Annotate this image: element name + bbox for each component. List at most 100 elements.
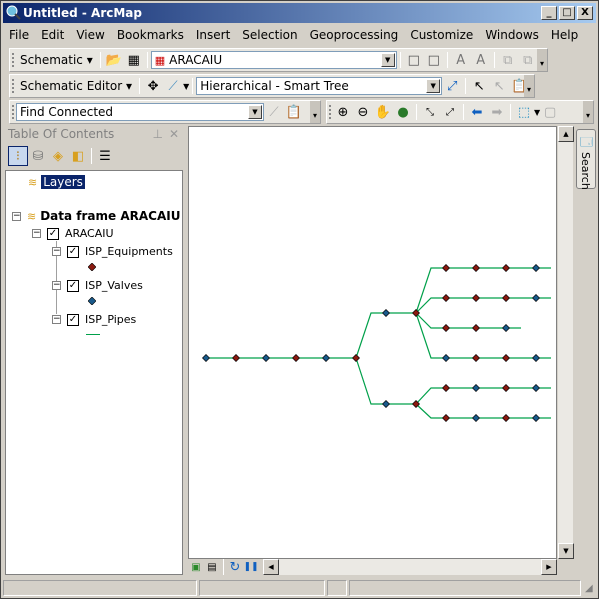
equipment-node[interactable] xyxy=(472,264,480,272)
dropdown-arrow-icon[interactable]: ▼ xyxy=(183,82,189,91)
valve-node[interactable] xyxy=(532,354,540,362)
collapse-icon[interactable]: − xyxy=(52,247,61,256)
scroll-left-icon[interactable]: ◀ xyxy=(263,559,279,575)
menu-selection[interactable]: Selection xyxy=(236,25,303,45)
back-extent-icon[interactable]: ⬅ xyxy=(467,102,487,122)
menu-insert[interactable]: Insert xyxy=(190,25,236,45)
data-frame-node[interactable]: − ≋ Data frame ARACAIU xyxy=(12,209,180,223)
collapse-icon[interactable]: − xyxy=(52,281,61,290)
close-button[interactable]: X xyxy=(577,6,593,20)
valve-node[interactable] xyxy=(442,354,450,362)
dropdown-arrow-icon[interactable]: ▼ xyxy=(380,53,395,67)
layers-node[interactable]: ≋ Layers xyxy=(28,175,85,189)
list-by-selection-icon[interactable]: ◧ xyxy=(68,146,88,166)
collapse-icon[interactable]: − xyxy=(52,315,61,324)
layout-algorithm-select[interactable]: Hierarchical - Smart Tree ▼ xyxy=(196,77,443,95)
diagram-select[interactable]: ▦ ARACAIU ▼ xyxy=(150,51,397,69)
minimize-button[interactable]: _ xyxy=(541,6,557,20)
full-extent-globe-icon[interactable]: ● xyxy=(393,102,413,122)
reduce-size-icon[interactable]: □ xyxy=(404,50,424,70)
pipe-link[interactable] xyxy=(415,387,551,405)
valve-node[interactable] xyxy=(532,264,540,272)
edit-vertex-icon[interactable]: ⟋ xyxy=(163,76,183,96)
valve-node[interactable] xyxy=(472,384,480,392)
equipment-node[interactable] xyxy=(442,294,450,302)
equipment-node[interactable] xyxy=(472,294,480,302)
scroll-right-icon[interactable]: ▶ xyxy=(541,559,557,575)
schematic-menu-button[interactable]: Schematic ▾ xyxy=(16,53,97,67)
menu-windows[interactable]: Windows xyxy=(479,25,545,45)
valve-node[interactable] xyxy=(382,400,390,408)
toolbar-grip[interactable] xyxy=(12,79,14,93)
equipment-node[interactable] xyxy=(232,354,240,362)
list-by-visibility-icon[interactable]: ◈ xyxy=(48,146,68,166)
visibility-checkbox[interactable]: ✓ xyxy=(47,227,59,240)
maximize-button[interactable]: □ xyxy=(559,6,575,20)
pause-drawing-icon[interactable]: ❚❚ xyxy=(243,557,259,577)
valve-node[interactable] xyxy=(322,354,330,362)
menu-customize[interactable]: Customize xyxy=(404,25,479,45)
layer-node[interactable]: − ✓ ISP_Valves xyxy=(52,279,143,292)
layout-view-icon[interactable]: ▤ xyxy=(204,557,220,577)
pin-icon[interactable]: ⊥ xyxy=(153,126,163,143)
equipment-node[interactable] xyxy=(502,354,510,362)
equipment-node[interactable] xyxy=(502,414,510,422)
open-folder-icon[interactable]: 📂 xyxy=(104,50,124,70)
valve-node[interactable] xyxy=(532,414,540,422)
layer-node[interactable]: − ✓ ISP_Equipments xyxy=(52,245,173,258)
toolbar-grip[interactable] xyxy=(12,53,14,67)
scroll-up-icon[interactable]: ▲ xyxy=(558,126,574,142)
analysis-options-icon[interactable]: 📋 xyxy=(284,102,304,122)
schematic-diagram[interactable] xyxy=(189,127,556,558)
data-view-icon[interactable]: ▣ xyxy=(188,557,204,577)
equipment-node[interactable] xyxy=(502,384,510,392)
search-side-tab[interactable]: 🗔 Search xyxy=(576,129,596,190)
menu-help[interactable]: Help xyxy=(545,25,584,45)
vertical-scrollbar[interactable]: ▲ ▼ xyxy=(557,126,574,559)
pipe-link[interactable] xyxy=(415,312,551,359)
resize-grip-icon[interactable]: ◢ xyxy=(585,583,593,594)
toolbar-options-icon[interactable]: ▾ xyxy=(583,101,593,123)
options-icon[interactable]: ☰ xyxy=(95,146,115,166)
pipe-link[interactable] xyxy=(355,357,416,405)
pipe-link[interactable] xyxy=(415,267,551,314)
menu-geoprocessing[interactable]: Geoprocessing xyxy=(304,25,405,45)
list-by-source-icon[interactable]: ⛁ xyxy=(28,146,48,166)
trace-task-select[interactable]: Find Connected ▼ xyxy=(16,103,264,121)
group-layer-node[interactable]: − ✓ ARACAIU xyxy=(32,227,114,240)
equipment-node[interactable] xyxy=(352,354,360,362)
refresh-icon[interactable]: ↻ xyxy=(227,557,243,577)
diagram-view[interactable] xyxy=(188,126,557,559)
menu-view[interactable]: View xyxy=(70,25,110,45)
schematic-editor-menu-button[interactable]: Schematic Editor ▾ xyxy=(16,79,136,93)
valve-node[interactable] xyxy=(382,309,390,317)
horizontal-scrollbar[interactable] xyxy=(279,559,541,575)
equipment-node[interactable] xyxy=(292,354,300,362)
fixed-zoom-out-icon[interactable]: ⤢ xyxy=(440,102,460,122)
menu-edit[interactable]: Edit xyxy=(35,25,70,45)
menu-file[interactable]: File xyxy=(3,25,35,45)
equipment-node[interactable] xyxy=(442,414,450,422)
visibility-checkbox[interactable]: ✓ xyxy=(67,279,79,292)
toolbar-options-icon[interactable]: ▾ xyxy=(310,101,320,123)
new-diagram-icon[interactable]: ▦ xyxy=(124,50,144,70)
fixed-zoom-in-icon[interactable]: ⤡ xyxy=(420,102,440,122)
toolbar-grip[interactable] xyxy=(329,105,331,119)
pipe-link[interactable] xyxy=(415,403,551,419)
visibility-checkbox[interactable]: ✓ xyxy=(67,313,79,326)
zoom-out-icon[interactable]: ⊖ xyxy=(353,102,373,122)
collapse-icon[interactable]: − xyxy=(32,229,41,238)
visibility-checkbox[interactable]: ✓ xyxy=(67,245,79,258)
equipment-node[interactable] xyxy=(442,384,450,392)
valve-node[interactable] xyxy=(472,414,480,422)
zoom-in-icon[interactable]: ⊕ xyxy=(333,102,353,122)
layer-node[interactable]: − ✓ ISP_Pipes xyxy=(52,313,136,326)
dropdown-arrow-icon[interactable]: ▼ xyxy=(248,105,262,119)
select-node-icon[interactable]: ↖ xyxy=(469,76,489,96)
valve-node[interactable] xyxy=(532,294,540,302)
select-features-icon[interactable]: ⬚ xyxy=(514,102,534,122)
pipe-link[interactable] xyxy=(355,312,416,359)
move-select-icon[interactable]: ✥ xyxy=(143,76,163,96)
toolbar-grip[interactable] xyxy=(12,105,14,119)
toolbar-options-icon[interactable]: ▾ xyxy=(524,75,534,97)
